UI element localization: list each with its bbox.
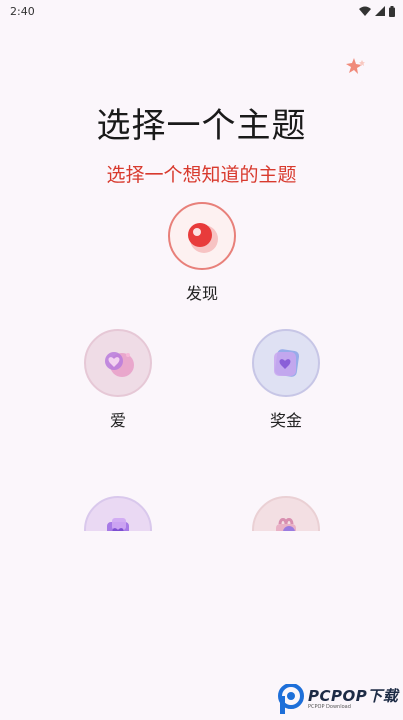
- pcpop-logo-icon: [278, 684, 304, 714]
- heart-bubble-icon: [105, 352, 134, 377]
- topic-bonus[interactable]: 奖金: [236, 329, 336, 431]
- topic-discover-label: 发现: [185, 284, 218, 303]
- topic-partial-left[interactable]: [68, 496, 168, 531]
- page-title: 选择一个主题: [96, 106, 307, 146]
- topic-partial-right[interactable]: [236, 496, 336, 531]
- topic-bonus-circle[interactable]: [252, 329, 320, 397]
- topic-partial-right-circle[interactable]: [252, 496, 320, 531]
- topic-discover[interactable]: 发现: [152, 202, 252, 304]
- pink-gift-icon: [276, 518, 296, 531]
- status-time: 2:40: [10, 4, 35, 18]
- topic-love[interactable]: 爱: [68, 329, 168, 431]
- topic-love-label: 爱: [109, 411, 126, 430]
- status-bar: 2:40: [0, 0, 403, 22]
- watermark-brand: PCPOP下载: [308, 686, 399, 705]
- page-subtitle: 选择一个想知道的主题: [106, 164, 297, 186]
- topic-love-circle[interactable]: [84, 329, 152, 397]
- topic-partial-left-circle[interactable]: [84, 496, 152, 531]
- status-icons: [359, 5, 395, 17]
- purple-gift-icon: [107, 518, 129, 531]
- topic-bonus-label: 奖金: [269, 411, 302, 430]
- signal-icon: [375, 6, 385, 16]
- battery-icon: [389, 5, 395, 17]
- red-record-icon: [188, 223, 218, 253]
- watermark-sub: PCPOP Download: [308, 703, 351, 710]
- bonus-heart-card-icon: [274, 349, 300, 377]
- star-sparkle-icon: [346, 58, 365, 74]
- wifi-icon: [359, 6, 371, 16]
- pcpop-watermark: PCPOP下载 PCPOP Download: [278, 682, 400, 716]
- topic-discover-circle[interactable]: [168, 202, 236, 270]
